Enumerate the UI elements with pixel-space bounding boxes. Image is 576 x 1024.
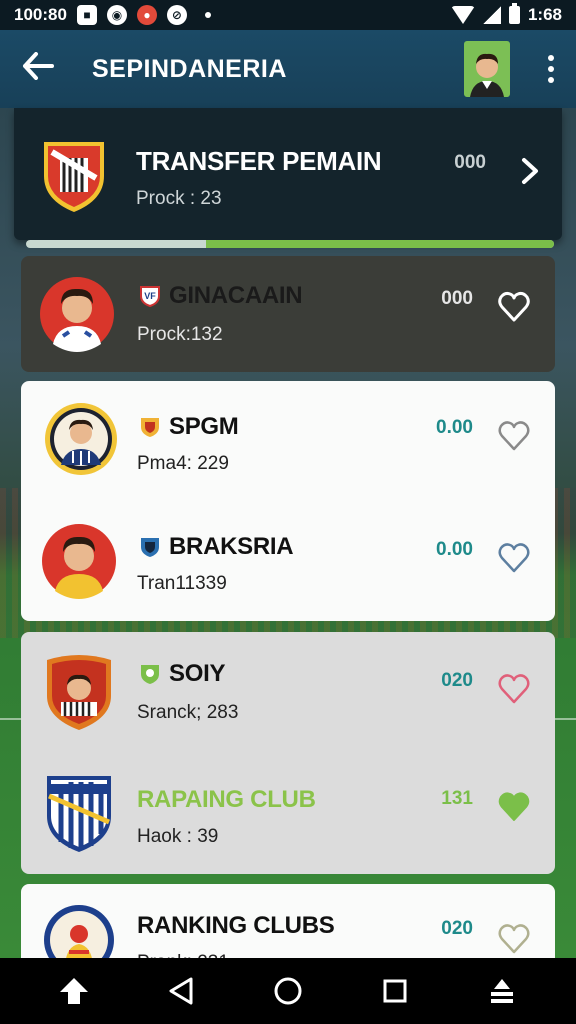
- item-name: SPGM: [169, 413, 239, 440]
- sports-notification-icon: ●: [136, 5, 157, 25]
- list-item[interactable]: RAPAING CLUB Haok : 39 131: [21, 752, 555, 874]
- item-name: BRAKSRIA: [169, 533, 294, 560]
- nav-recents-icon[interactable]: [375, 971, 415, 1011]
- club-crest-icon: [41, 652, 117, 730]
- heart-icon[interactable]: [497, 541, 531, 575]
- header-score: 000: [454, 152, 486, 173]
- status-bar: 100:80 ■ ◉ ● ⊘ 1:68: [0, 0, 576, 30]
- system-nav-bar: [0, 958, 576, 1024]
- player-avatar: [41, 523, 117, 599]
- heart-icon[interactable]: [497, 922, 531, 956]
- item-subtitle: Tran11339: [137, 573, 227, 594]
- item-subtitle: Sranck; 283: [137, 702, 239, 723]
- heart-filled-icon[interactable]: [497, 790, 531, 824]
- club-crest-icon: [43, 772, 119, 852]
- item-subtitle: Prock:132: [137, 324, 223, 345]
- status-time: 100:80: [14, 5, 67, 24]
- item-subtitle: Haok : 39: [137, 826, 219, 847]
- list-group: SPGM Pma4: 229 0.00 BRAKSRIA Tran11339 0…: [21, 381, 555, 621]
- item-name: RANKING CLUBS: [137, 912, 335, 939]
- header-title: TRANSFER PEMAIN: [136, 146, 382, 176]
- club-badge-icon: [141, 665, 159, 684]
- club-crest-icon: [40, 138, 108, 214]
- more-vert-icon[interactable]: [548, 55, 554, 83]
- list-item[interactable]: VF GINACAAIN Prock:132 000: [21, 256, 555, 372]
- list-item[interactable]: BRAKSRIA Tran11339 0.00: [21, 501, 555, 621]
- user-avatar[interactable]: [464, 41, 510, 97]
- list-item[interactable]: SPGM Pma4: 229 0.00: [21, 381, 555, 505]
- battery-icon: [508, 3, 520, 24]
- heart-icon[interactable]: [497, 419, 531, 453]
- transfer-progress-bar: [26, 240, 554, 248]
- chevron-icon[interactable]: [516, 156, 546, 186]
- player-avatar: [43, 401, 119, 477]
- sync-icon: ⊘: [166, 5, 187, 25]
- app-notification-icon: ◉: [106, 5, 127, 25]
- heart-icon[interactable]: [497, 290, 531, 324]
- nav-home-icon[interactable]: [268, 971, 308, 1011]
- club-badge-icon: [141, 538, 159, 557]
- list-group: SOIY Sranck; 283 020 RAPAING CLUB Haok :…: [21, 632, 555, 874]
- item-name: GINACAAIN: [169, 282, 303, 309]
- item-score: 0.00: [436, 539, 473, 560]
- header-card[interactable]: TRANSFER PEMAIN Prock : 23 000: [14, 108, 562, 248]
- status-clock: 1:68: [527, 5, 562, 24]
- more-notifications-icon: [204, 12, 211, 18]
- app-title: SEPINDANERIA: [92, 54, 287, 83]
- back-arrow-icon[interactable]: [22, 52, 62, 86]
- nav-menu-icon[interactable]: [482, 971, 522, 1011]
- header-subtitle: Prock : 23: [136, 188, 222, 209]
- signal-icon: [482, 6, 501, 24]
- item-score: 131: [441, 788, 473, 809]
- item-name: RAPAING CLUB: [137, 786, 316, 813]
- item-score: 020: [441, 670, 473, 691]
- item-name: SOIY: [169, 660, 226, 687]
- player-avatar: [39, 276, 115, 352]
- svg-text:VF: VF: [144, 291, 156, 301]
- app-bar: SEPINDANERIA: [0, 30, 576, 108]
- item-subtitle: Pma4: 229: [137, 453, 229, 474]
- home-up-icon[interactable]: [54, 971, 94, 1011]
- heart-icon[interactable]: [497, 672, 531, 706]
- club-badge-icon: VF: [140, 286, 160, 307]
- notification-icon: ■: [76, 5, 97, 25]
- nav-back-icon[interactable]: [161, 971, 201, 1011]
- club-badge-icon: [141, 418, 159, 437]
- wifi-icon: [450, 6, 475, 24]
- item-score: 020: [441, 918, 473, 939]
- item-score: 0.00: [436, 417, 473, 438]
- list-item[interactable]: SOIY Sranck; 283 020: [21, 632, 555, 756]
- item-score: 000: [441, 288, 473, 309]
